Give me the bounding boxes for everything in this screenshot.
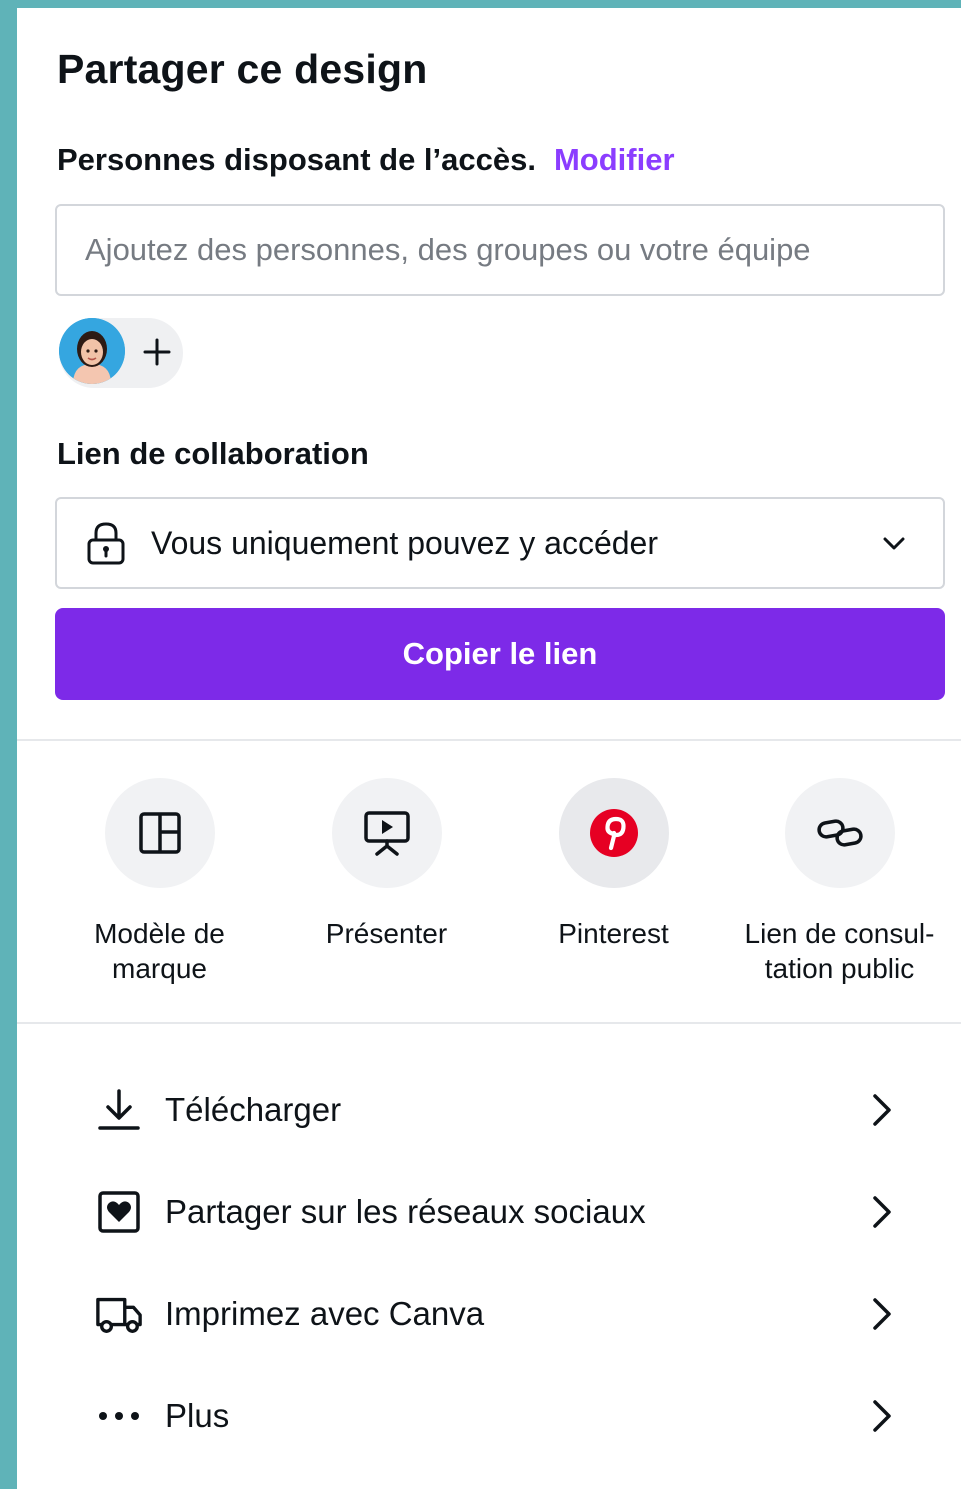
quick-action-public-link[interactable]: Lien de consul-tation public — [727, 778, 952, 986]
menu-label: Télécharger — [165, 1091, 342, 1128]
collaborators-group — [59, 318, 183, 388]
brand-template-icon — [138, 812, 181, 854]
divider — [17, 739, 961, 741]
link-access-value: Vous uniquement pouvez y accéder — [151, 524, 658, 561]
download-icon — [98, 1089, 140, 1130]
menu-label: Imprimez avec Canva — [165, 1295, 485, 1332]
link-access-select[interactable]: Vous uniquement pouvez y accéder — [55, 497, 945, 589]
chevron-right-icon — [873, 1196, 891, 1228]
social-share-icon — [98, 1191, 140, 1233]
print-truck-icon — [96, 1297, 142, 1333]
quick-action-label: Modèle de marque — [94, 918, 225, 984]
chevron-right-icon — [873, 1298, 891, 1330]
pinterest-icon — [589, 809, 638, 857]
link-icon — [816, 819, 863, 847]
quick-action-brand-template[interactable]: Modèle de marque — [47, 778, 272, 986]
chevron-right-icon — [873, 1400, 891, 1432]
present-icon — [363, 811, 410, 856]
menu-social-share[interactable]: Partager sur les réseaux sociaux — [95, 1177, 895, 1247]
quick-action-label: Pinterest — [558, 918, 669, 949]
panel-title: Partager ce design — [57, 46, 428, 92]
share-panel: Partager ce design Personnes disposant d… — [17, 8, 961, 1489]
chevron-down-icon — [883, 537, 905, 550]
quick-action-label: Lien de consul-tation public — [744, 918, 935, 984]
menu-label: Partager sur les réseaux sociaux — [165, 1193, 646, 1230]
access-row: Personnes disposant de l’accès. Modifier — [57, 142, 675, 178]
quick-action-pinterest[interactable]: Pinterest — [501, 778, 726, 951]
add-people-input[interactable] — [55, 204, 945, 296]
menu-label: Plus — [165, 1397, 230, 1434]
collab-link-title: Lien de collaboration — [57, 436, 369, 471]
copy-link-button[interactable]: Copier le lien — [55, 608, 945, 700]
access-label: Personnes disposant de l’accès. — [57, 142, 536, 177]
quick-action-present[interactable]: Présenter — [274, 778, 499, 951]
menu-download[interactable]: Télécharger — [95, 1075, 895, 1145]
chevron-right-icon — [873, 1094, 891, 1126]
menu-print[interactable]: Imprimez avec Canva — [95, 1279, 895, 1349]
divider — [17, 1022, 961, 1024]
lock-icon — [87, 522, 125, 565]
user-avatar[interactable] — [59, 318, 125, 384]
add-person-button[interactable] — [131, 324, 183, 380]
more-icon — [99, 1412, 139, 1420]
menu-more[interactable]: Plus — [95, 1381, 895, 1451]
modify-access-link[interactable]: Modifier — [554, 142, 675, 177]
quick-action-label: Présenter — [325, 918, 448, 949]
plus-icon — [143, 338, 171, 366]
